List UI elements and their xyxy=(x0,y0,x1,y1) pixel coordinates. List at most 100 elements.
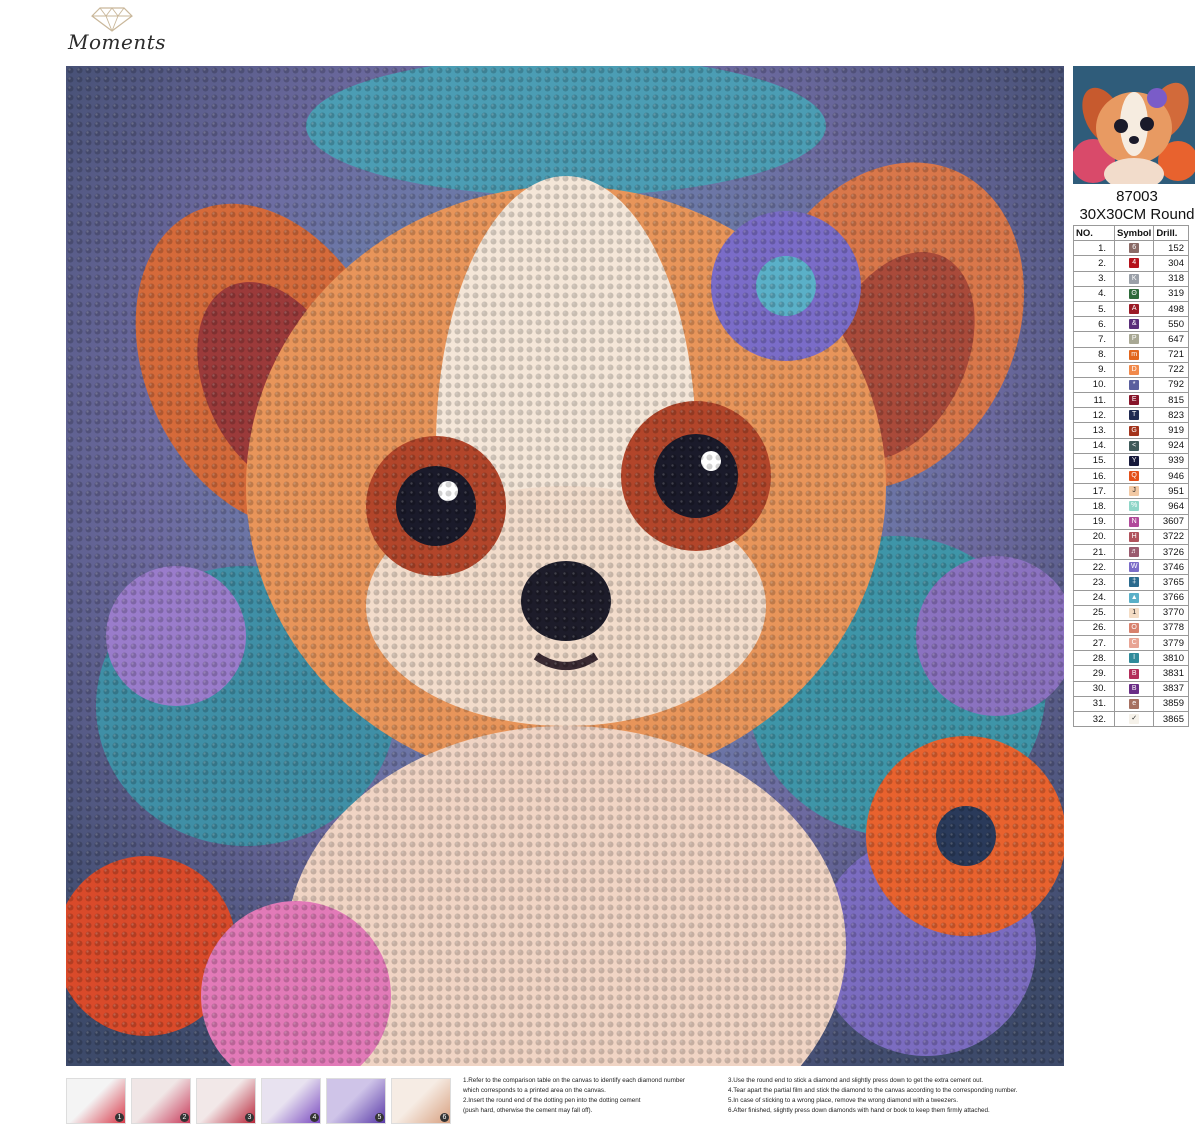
legend-symbol: K xyxy=(1129,273,1140,284)
legend-symbol-cell: A xyxy=(1113,300,1155,318)
legend-drill: 498 xyxy=(1153,300,1189,318)
legend-symbol-cell: % xyxy=(1113,498,1155,515)
legend-row: 4. ʘ 319 xyxy=(1073,285,1189,302)
legend-symbol-cell: J xyxy=(1113,483,1155,500)
legend-symbol-cell: & xyxy=(1113,316,1155,333)
legend-symbol-cell: 1 xyxy=(1113,604,1155,621)
legend-symbol: 6 xyxy=(1129,243,1140,254)
legend-no: 24. xyxy=(1073,589,1115,606)
legend-row: 16. Q 946 xyxy=(1073,467,1189,485)
legend-no: 25. xyxy=(1073,604,1115,621)
legend-symbol: Y xyxy=(1129,455,1140,466)
legend-row: 14. <924 xyxy=(1073,437,1189,454)
legend-drill: 924 xyxy=(1153,437,1189,454)
step-number: 3 xyxy=(245,1113,254,1122)
legend-symbol: 4 xyxy=(1129,258,1140,269)
legend-drill: 3831 xyxy=(1153,665,1189,682)
legend-symbol: N xyxy=(1129,516,1140,527)
header-no: NO. xyxy=(1073,224,1115,242)
legend-row: 2. 4 304 xyxy=(1073,255,1189,272)
legend-drill: 823 xyxy=(1153,407,1189,424)
legend-row: 27. C 3779 xyxy=(1073,635,1189,652)
legend-symbol: Q xyxy=(1129,471,1140,482)
legend-drill: 792 xyxy=(1153,376,1189,394)
legend-no: 27. xyxy=(1073,635,1115,652)
brand-name: Moments xyxy=(68,30,167,54)
legend-drill: 3765 xyxy=(1153,574,1189,591)
legend-no: 8. xyxy=(1073,346,1115,363)
legend-symbol-cell: H xyxy=(1113,528,1155,545)
legend-no: 17. xyxy=(1073,483,1115,500)
legend-symbol: ▲ xyxy=(1129,592,1140,603)
step-number: 5 xyxy=(375,1113,384,1122)
legend-symbol-cell: T xyxy=(1113,407,1155,424)
legend-row: 11. E 815 xyxy=(1073,392,1189,409)
legend-symbol: ♬ xyxy=(1129,547,1140,558)
legend-symbol-cell: N xyxy=(1113,513,1155,530)
legend-row: 30. B 3837 xyxy=(1073,680,1189,697)
legend-no: 2. xyxy=(1073,255,1115,272)
legend-drill: 951 xyxy=(1153,483,1189,500)
legend-symbol-cell: m xyxy=(1113,346,1155,363)
legend-drill: 3865 xyxy=(1153,710,1189,728)
legend-drill: 3607 xyxy=(1153,513,1189,530)
legend-drill: 152 xyxy=(1153,240,1189,257)
instruction-line: (push hard, otherwise the cement may fal… xyxy=(463,1107,593,1114)
legend-row: 9. D 722 xyxy=(1073,361,1189,378)
legend-drill: 939 xyxy=(1153,452,1189,470)
legend-row: 22. W 3746 xyxy=(1073,559,1189,576)
diamond-gem-icon xyxy=(91,7,133,32)
tweezers-photo: 4 xyxy=(261,1078,321,1124)
legend-row: 23. ‡ 3765 xyxy=(1073,574,1189,591)
kit-size: 30X30CM Round xyxy=(1079,206,1195,223)
legend-symbol: & xyxy=(1129,319,1140,330)
legend-row: 8. m 721 xyxy=(1073,346,1189,363)
instructions-right: 3.Use the round end to stick a diamond a… xyxy=(728,1076,1068,1116)
legend-drill: 815 xyxy=(1153,392,1189,409)
legend-symbol-cell: B xyxy=(1113,680,1155,697)
legend-symbol: H xyxy=(1129,531,1140,542)
legend-symbol: E xyxy=(1129,395,1140,406)
legend-symbol: ✓ xyxy=(1129,714,1140,725)
legend-symbol: O xyxy=(1129,622,1140,633)
legend-symbol: ‡ xyxy=(1129,577,1140,588)
legend-symbol-cell: ✓ xyxy=(1113,710,1155,728)
legend-no: 1. xyxy=(1073,240,1115,257)
legend-row: 29. B 3831 xyxy=(1073,665,1189,682)
legend-symbol-cell: e xyxy=(1113,695,1155,713)
legend-drill: 946 xyxy=(1153,467,1189,485)
legend-no: 21. xyxy=(1073,543,1115,561)
legend-symbol-cell: ♬ xyxy=(1113,543,1155,561)
legend-symbol: e xyxy=(1129,698,1140,709)
legend-no: 19. xyxy=(1073,513,1115,530)
legend-no: 14. xyxy=(1073,437,1115,454)
legend-no: 6. xyxy=(1073,316,1115,333)
legend-row: 19. N 3607 xyxy=(1073,513,1189,530)
legend-drill: 722 xyxy=(1153,361,1189,378)
legend-no: 5. xyxy=(1073,300,1115,318)
legend-row: 6. & 550 xyxy=(1073,316,1189,333)
instruction-line: 1.Refer to the comparison table on the c… xyxy=(463,1077,685,1084)
legend-drill: 647 xyxy=(1153,331,1189,348)
legend-symbol-cell: Q xyxy=(1113,467,1155,485)
legend-no: 32. xyxy=(1073,710,1115,728)
step-number: 1 xyxy=(115,1113,124,1122)
legend-symbol-cell: B xyxy=(1113,665,1155,682)
legend-row: 10. * 792 xyxy=(1073,376,1189,394)
legend-row: 5. A 498 xyxy=(1073,300,1189,318)
legend-symbol: T xyxy=(1129,410,1140,421)
legend-symbol: % xyxy=(1129,501,1140,512)
instructions-left: 1.Refer to the comparison table on the c… xyxy=(463,1076,723,1116)
legend-no: 29. xyxy=(1073,665,1115,682)
legend-row: 15. Y 939 xyxy=(1073,452,1189,470)
legend-drill: 3859 xyxy=(1153,695,1189,713)
legend-symbol: A xyxy=(1129,304,1140,315)
legend-symbol: * xyxy=(1129,379,1140,390)
legend-no: 11. xyxy=(1073,392,1115,409)
instruction-line: 4.Tear apart the partial film and stick … xyxy=(728,1087,1018,1094)
legend-symbol-cell: C xyxy=(1113,635,1155,652)
legend-drill: 919 xyxy=(1153,422,1189,439)
legend-symbol-cell: D xyxy=(1113,361,1155,378)
legend-symbol: I xyxy=(1129,653,1140,664)
legend-symbol: B xyxy=(1129,683,1140,694)
